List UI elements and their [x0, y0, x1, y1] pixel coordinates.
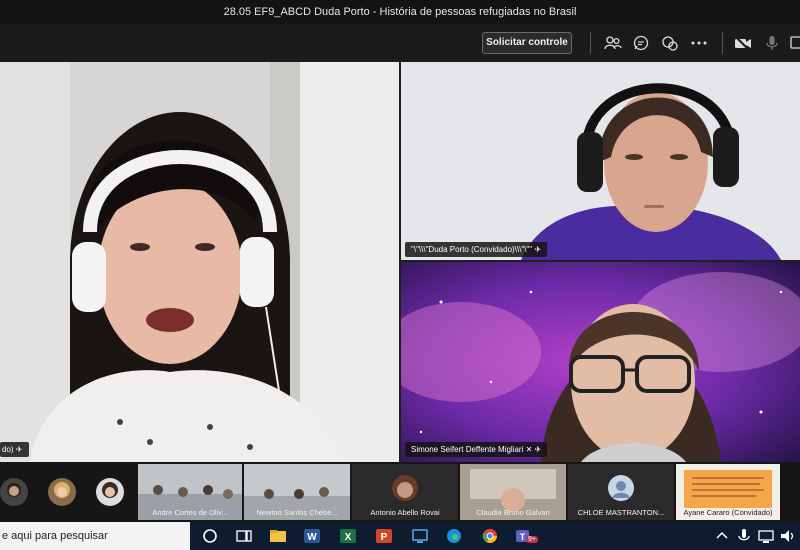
chrome-icon[interactable]	[480, 526, 500, 546]
participants-icon[interactable]	[603, 33, 623, 53]
participant-thumbnail[interactable]: Newton Santos Chebe...	[244, 464, 350, 520]
participant-thumbnail[interactable]: Ayane Cararo (Convidado)	[676, 464, 780, 520]
file-explorer-icon[interactable]	[268, 526, 288, 546]
participant-video-duda-porto[interactable]: "\"\\\"Duda Porto (Convidado)\\\"\"" ✈	[401, 62, 800, 260]
camera-icon[interactable]	[733, 33, 753, 53]
meeting-toolbar: Solicitar controle	[0, 24, 800, 62]
participant-avatar[interactable]	[48, 478, 76, 506]
participant-thumbnail[interactable]: CHLOE MASTRANTON...	[568, 464, 674, 520]
word-icon[interactable]: W	[302, 526, 322, 546]
participant-name: CHLOE MASTRANTON...	[577, 508, 665, 517]
participant-name-tag: Simone Seifert Deffente Migliari ✕ ✈	[405, 442, 548, 457]
participant-name: Newton Santos Chebe...	[256, 508, 338, 517]
participant-name: Claudia Bruno Galvan	[476, 508, 550, 517]
taskbar-search-input[interactable]: e aqui para pesquisar	[0, 522, 190, 550]
pin-icon: ✈	[534, 245, 542, 254]
edge-icon[interactable]	[444, 526, 464, 546]
participant-name-tag: do) ✈	[0, 442, 29, 457]
toolbar-divider	[590, 32, 591, 54]
toolbar-divider	[722, 32, 723, 54]
participant-name: Andre Cortes de Oliv...	[152, 508, 228, 517]
cortana-icon[interactable]	[200, 526, 220, 546]
participant-name: "\"\\\"Duda Porto (Convidado)\\\"\""	[411, 245, 533, 254]
participant-avatar[interactable]	[0, 478, 28, 506]
remote-desktop-icon[interactable]	[410, 526, 430, 546]
request-control-button[interactable]: Solicitar controle	[482, 32, 572, 54]
participant-thumbnail[interactable]: Andre Cortes de Oliv...	[138, 464, 242, 520]
participant-name-tag: "\"\\\"Duda Porto (Convidado)\\\"\"" ✈	[405, 242, 548, 257]
main-speaker-video[interactable]: do) ✈	[0, 62, 399, 462]
svg-text:P: P	[381, 532, 388, 543]
participant-name: Antonio Abello Rovai	[370, 508, 440, 517]
more-options-icon[interactable]	[689, 33, 709, 53]
participant-name: Ayane Cararo (Convidado)	[683, 508, 773, 517]
pin-icon: ✈	[534, 445, 542, 454]
svg-text:X: X	[345, 532, 352, 543]
chat-icon[interactable]	[631, 33, 651, 53]
svg-text:W: W	[307, 532, 317, 543]
excel-icon[interactable]: X	[338, 526, 358, 546]
teams-notification-badge: 9+	[526, 536, 538, 543]
participant-thumbnail[interactable]: Claudia Bruno Galvan	[460, 464, 566, 520]
participant-name: do)	[2, 445, 14, 454]
powerpoint-icon[interactable]: P	[374, 526, 394, 546]
windows-taskbar: e aqui para pesquisar W X P T 9+	[0, 522, 800, 550]
task-view-icon[interactable]	[234, 526, 254, 546]
participant-name: Simone Seifert Deffente Migliari	[411, 445, 524, 454]
volume-icon[interactable]	[778, 526, 798, 546]
participant-thumbnail[interactable]: Antonio Abello Rovai	[352, 464, 458, 520]
share-screen-icon[interactable]	[789, 33, 800, 53]
reactions-icon[interactable]	[660, 33, 680, 53]
microphone-tray-icon[interactable]	[734, 526, 754, 546]
participant-avatar[interactable]	[96, 478, 124, 506]
chevron-up-icon[interactable]	[712, 526, 732, 546]
mic-off-icon: ✕	[525, 445, 533, 454]
svg-text:T: T	[520, 532, 526, 542]
participant-video-simone[interactable]: Simone Seifert Deffente Migliari ✕ ✈	[401, 262, 800, 462]
pin-icon: ✈	[15, 445, 23, 454]
microphone-icon[interactable]	[762, 33, 782, 53]
network-icon[interactable]	[756, 526, 776, 546]
window-title: 28.05 EF9_ABCD Duda Porto - História de …	[0, 0, 800, 24]
